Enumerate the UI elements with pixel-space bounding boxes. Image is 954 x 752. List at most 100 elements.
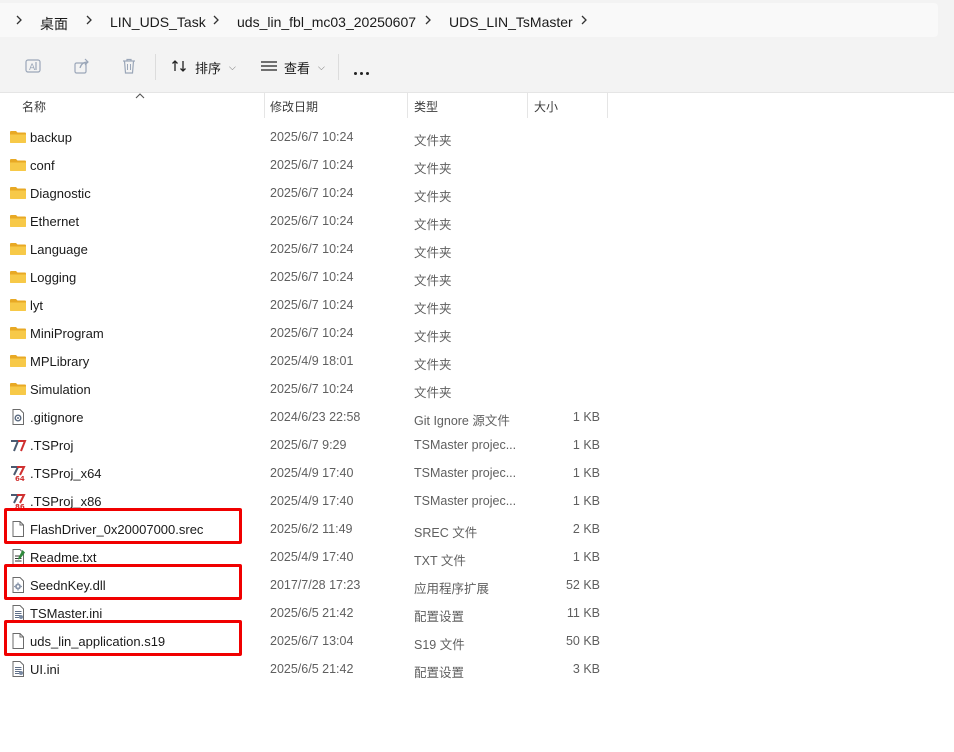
file-row[interactable]: lyt 2025/6/7 10:24 文件夹	[0, 291, 954, 319]
file-size: 1 KB	[572, 550, 600, 564]
column-divider[interactable]	[407, 92, 408, 118]
file-modified-date: 2025/6/7 13:04	[270, 634, 354, 648]
file-size: 3 KB	[572, 662, 600, 676]
file-row[interactable]: MPLibrary 2025/4/9 18:01 文件夹	[0, 347, 954, 375]
breadcrumb-item-desktop[interactable]: 桌面	[40, 14, 68, 34]
sort-button[interactable]: 排序 ⌵	[171, 56, 236, 78]
file-row[interactable]: MiniProgram 2025/6/7 10:24 文件夹	[0, 319, 954, 347]
folder-icon	[9, 324, 27, 342]
file-type: 文件夹	[414, 134, 452, 148]
file-name: UI.ini	[30, 662, 60, 677]
text-file-icon	[9, 548, 27, 566]
column-header-name[interactable]: 名称	[22, 98, 46, 115]
folder-icon	[9, 296, 27, 314]
file-modified-date: 2025/6/7 10:24	[270, 382, 354, 396]
tsmaster-x86-icon: 86	[9, 492, 27, 511]
file-name: Logging	[30, 270, 77, 285]
column-header-type[interactable]: 类型	[414, 98, 438, 115]
file-modified-date: 2025/6/7 10:24	[270, 186, 354, 200]
file-row[interactable]: Simulation 2025/6/7 10:24 文件夹	[0, 375, 954, 403]
folder-icon	[9, 380, 27, 398]
file-type: TSMaster projec...	[414, 466, 517, 480]
file-type: TXT 文件	[414, 554, 466, 568]
file-modified-date: 2025/4/9 17:40	[270, 466, 354, 480]
file-name: FlashDriver_0x20007000.srec	[30, 522, 204, 537]
file-row[interactable]: UI.ini 2025/6/5 21:42 配置设置 3 KB	[0, 655, 954, 683]
file-row[interactable]: Diagnostic 2025/6/7 10:24 文件夹	[0, 179, 954, 207]
file-type: TSMaster projec...	[414, 438, 517, 452]
file-type: 文件夹	[414, 246, 452, 260]
column-header-date[interactable]: 修改日期	[270, 98, 318, 115]
toolbar-divider	[338, 54, 339, 80]
column-divider[interactable]	[607, 92, 608, 118]
column-divider[interactable]	[264, 92, 265, 118]
file-row[interactable]: backup 2025/6/7 10:24 文件夹	[0, 123, 954, 151]
file-row[interactable]: Ethernet 2025/6/7 10:24 文件夹	[0, 207, 954, 235]
file-modified-date: 2025/6/5 21:42	[270, 606, 354, 620]
file-size: 50 KB	[565, 634, 600, 648]
file-type: SREC 文件	[414, 526, 478, 540]
breadcrumb-item-uds-lin-fbl[interactable]: uds_lin_fbl_mc03_20250607	[237, 14, 416, 30]
view-list-icon	[260, 58, 278, 77]
more-options-icon[interactable]	[354, 63, 372, 78]
file-row[interactable]: Language 2025/6/7 10:24 文件夹	[0, 235, 954, 263]
column-header-size[interactable]: 大小	[534, 98, 558, 115]
file-name: MPLibrary	[30, 354, 90, 369]
breadcrumb-item-uds-lin-tsmaster[interactable]: UDS_LIN_TsMaster	[449, 14, 573, 30]
column-divider[interactable]	[527, 92, 528, 118]
file-modified-date: 2025/6/7 10:24	[270, 326, 354, 340]
file-row[interactable]: .gitignore 2024/6/23 22:58 Git Ignore 源文件 1…	[0, 403, 954, 431]
chevron-right-icon[interactable]	[14, 13, 24, 27]
chevron-down-icon: ⌵	[318, 61, 325, 72]
ini-file-icon	[9, 660, 27, 678]
file-name: .gitignore	[30, 410, 84, 425]
breadcrumb: 桌面 LIN_UDS_Task uds_lin_fbl_mc03_2025060…	[0, 3, 938, 37]
chevron-right-icon[interactable]	[211, 13, 221, 27]
svg-text:86: 86	[15, 503, 25, 510]
file-modified-date: 2025/6/7 9:29	[270, 438, 347, 452]
view-button[interactable]: 查看 ⌵	[260, 56, 325, 78]
file-row[interactable]: .TSProj 2025/6/7 9:29 TSMaster projec... 1 …	[0, 431, 954, 459]
svg-text:A: A	[29, 63, 36, 73]
file-size: 1 KB	[572, 438, 600, 452]
share-icon[interactable]	[73, 57, 91, 75]
file-type: 文件夹	[414, 386, 452, 400]
file-name: SeednKey.dll	[30, 578, 106, 593]
file-type: TSMaster projec...	[414, 494, 517, 508]
file-row[interactable]: TSMaster.ini 2025/6/5 21:42 配置设置 11 KB	[0, 599, 954, 627]
file-name: .TSProj	[30, 438, 74, 453]
tsmaster-icon	[9, 436, 27, 454]
column-header-row: 名称 修改日期 类型 大小	[0, 92, 954, 120]
file-modified-date: 2025/6/7 10:24	[270, 298, 354, 312]
file-name: MiniProgram	[30, 326, 104, 341]
file-row-highlighted[interactable]: FlashDriver_0x20007000.srec 2025/6/2 11:4…	[0, 508, 954, 544]
file-row[interactable]: Logging 2025/6/7 10:24 文件夹	[0, 263, 954, 291]
file-name: Ethernet	[30, 214, 80, 229]
chevron-right-icon[interactable]	[84, 13, 94, 27]
file-size: 52 KB	[565, 578, 600, 592]
file-row-highlighted[interactable]: uds_lin_application.s19 2025/6/7 13:04 S19…	[0, 620, 954, 656]
file-type: 文件夹	[414, 218, 452, 232]
file-name: Readme.txt	[30, 550, 97, 565]
command-bar: A 排序 ⌵ 查看 ⌵	[0, 40, 954, 93]
file-name: Language	[30, 242, 88, 257]
folder-icon	[9, 352, 27, 370]
file-modified-date: 2025/6/7 10:24	[270, 130, 354, 144]
chevron-right-icon[interactable]	[423, 13, 433, 27]
delete-icon[interactable]	[120, 57, 138, 75]
file-type: 配置设置	[414, 610, 465, 624]
file-row[interactable]: 86 .TSProj_x86 2025/4/9 17:40 TSMaster proj…	[0, 487, 954, 515]
file-type: Git Ignore 源文件	[414, 414, 510, 428]
chevron-right-icon[interactable]	[579, 13, 589, 27]
file-row[interactable]: 64 .TSProj_x64 2025/4/9 17:40 TSMaster proj…	[0, 459, 954, 487]
file-row[interactable]: Readme.txt 2025/4/9 17:40 TXT 文件 1 KB	[0, 543, 954, 571]
file-row-highlighted[interactable]: SeednKey.dll 2017/7/28 17:23 应用程序扩展 52 KB	[0, 564, 954, 600]
file-name: Simulation	[30, 382, 91, 397]
address-bar[interactable]: 桌面 LIN_UDS_Task uds_lin_fbl_mc03_2025060…	[0, 0, 954, 40]
breadcrumb-item-lin-uds-task[interactable]: LIN_UDS_Task	[110, 14, 206, 30]
file-modified-date: 2025/6/7 10:24	[270, 214, 354, 228]
file-type: 文件夹	[414, 330, 452, 344]
rename-icon[interactable]: A	[24, 57, 42, 75]
file-row[interactable]: conf 2025/6/7 10:24 文件夹	[0, 151, 954, 179]
file-name: conf	[30, 158, 55, 173]
